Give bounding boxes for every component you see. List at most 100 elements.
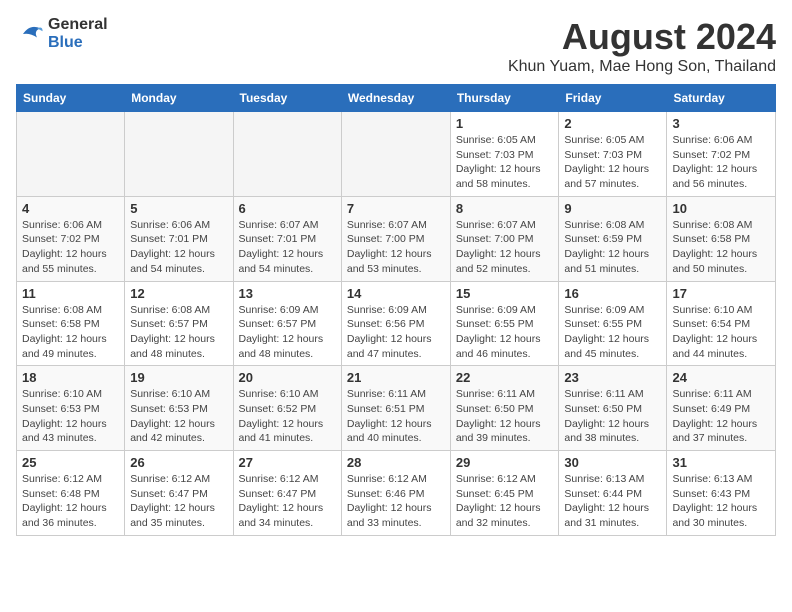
day-number: 23 xyxy=(564,370,661,385)
day-info: Sunrise: 6:06 AM Sunset: 7:01 PM Dayligh… xyxy=(130,218,227,277)
page-header: General Blue August 2024 Khun Yuam, Mae … xyxy=(16,16,776,76)
calendar-cell: 21Sunrise: 6:11 AM Sunset: 6:51 PM Dayli… xyxy=(341,366,450,451)
day-info: Sunrise: 6:06 AM Sunset: 7:02 PM Dayligh… xyxy=(672,133,770,192)
calendar-header-monday: Monday xyxy=(125,85,233,112)
day-info: Sunrise: 6:13 AM Sunset: 6:44 PM Dayligh… xyxy=(564,472,661,531)
day-number: 24 xyxy=(672,370,770,385)
calendar-cell: 17 Sunrise: 6:10 AM Sunset: 6:54 PM Dayli… xyxy=(667,281,776,366)
day-number: 4 xyxy=(22,201,119,216)
calendar-header-friday: Friday xyxy=(559,85,667,112)
day-number: 28 xyxy=(347,455,445,470)
calendar-cell: 23 Sunrise: 6:11 AM Sunset: 6:50 PM Dayli… xyxy=(559,366,667,451)
day-number: 18 xyxy=(22,370,119,385)
location-subtitle: Khun Yuam, Mae Hong Son, Thailand xyxy=(508,58,776,76)
calendar-cell: 24 Sunrise: 6:11 AM Sunset: 6:49 PM Dayli… xyxy=(667,366,776,451)
day-number: 29 xyxy=(456,455,554,470)
day-info: Sunrise: 6:08 AM Sunset: 6:57 PM Dayligh… xyxy=(130,303,227,362)
day-number: 11 xyxy=(22,286,119,301)
day-number: 8 xyxy=(456,201,554,216)
calendar-cell: 12 Sunrise: 6:08 AM Sunset: 6:57 PM Dayli… xyxy=(125,281,233,366)
calendar-cell: 16Sunrise: 6:09 AM Sunset: 6:55 PM Dayli… xyxy=(559,281,667,366)
calendar-week-4: 18 Sunrise: 6:10 AM Sunset: 6:53 PM Dayli… xyxy=(17,366,776,451)
day-info: Sunrise: 6:12 AM Sunset: 6:46 PM Dayligh… xyxy=(347,472,445,531)
day-info: Sunrise: 6:05 AM Sunset: 7:03 PM Dayligh… xyxy=(456,133,554,192)
calendar-cell xyxy=(125,112,233,197)
day-info: Sunrise: 6:10 AM Sunset: 6:53 PM Dayligh… xyxy=(130,387,227,446)
calendar-cell: 25Sunrise: 6:12 AM Sunset: 6:48 PM Dayli… xyxy=(17,451,125,536)
day-info: Sunrise: 6:11 AM Sunset: 6:50 PM Dayligh… xyxy=(564,387,661,446)
day-info: Sunrise: 6:11 AM Sunset: 6:49 PM Dayligh… xyxy=(672,387,770,446)
day-info: Sunrise: 6:08 AM Sunset: 6:58 PM Dayligh… xyxy=(672,218,770,277)
day-info: Sunrise: 6:12 AM Sunset: 6:45 PM Dayligh… xyxy=(456,472,554,531)
day-info: Sunrise: 6:10 AM Sunset: 6:53 PM Dayligh… xyxy=(22,387,119,446)
day-info: Sunrise: 6:07 AM Sunset: 7:00 PM Dayligh… xyxy=(347,218,445,277)
calendar-cell xyxy=(341,112,450,197)
calendar-cell: 11 Sunrise: 6:08 AM Sunset: 6:58 PM Dayli… xyxy=(17,281,125,366)
day-number: 19 xyxy=(130,370,227,385)
day-info: Sunrise: 6:11 AM Sunset: 6:51 PM Dayligh… xyxy=(347,387,445,446)
day-info: Sunrise: 6:05 AM Sunset: 7:03 PM Dayligh… xyxy=(564,133,661,192)
day-number: 30 xyxy=(564,455,661,470)
day-info: Sunrise: 6:07 AM Sunset: 7:01 PM Dayligh… xyxy=(239,218,336,277)
day-number: 25 xyxy=(22,455,119,470)
title-area: August 2024 Khun Yuam, Mae Hong Son, Tha… xyxy=(508,16,776,76)
calendar-cell: 10 Sunrise: 6:08 AM Sunset: 6:58 PM Dayli… xyxy=(667,196,776,281)
calendar-week-2: 4 Sunrise: 6:06 AM Sunset: 7:02 PM Daylig… xyxy=(17,196,776,281)
calendar-cell xyxy=(17,112,125,197)
day-number: 3 xyxy=(672,116,770,131)
calendar-header-sunday: Sunday xyxy=(17,85,125,112)
day-info: Sunrise: 6:13 AM Sunset: 6:43 PM Dayligh… xyxy=(672,472,770,531)
calendar-cell: 20Sunrise: 6:10 AM Sunset: 6:52 PM Dayli… xyxy=(233,366,341,451)
day-number: 2 xyxy=(564,116,661,131)
calendar-cell: 18 Sunrise: 6:10 AM Sunset: 6:53 PM Dayli… xyxy=(17,366,125,451)
calendar-cell: 22 Sunrise: 6:11 AM Sunset: 6:50 PM Dayli… xyxy=(450,366,559,451)
calendar-cell: 8 Sunrise: 6:07 AM Sunset: 7:00 PM Daylig… xyxy=(450,196,559,281)
calendar-header-wednesday: Wednesday xyxy=(341,85,450,112)
day-number: 27 xyxy=(239,455,336,470)
calendar-cell: 1Sunrise: 6:05 AM Sunset: 7:03 PM Daylig… xyxy=(450,112,559,197)
calendar-cell: 14Sunrise: 6:09 AM Sunset: 6:56 PM Dayli… xyxy=(341,281,450,366)
calendar-header-thursday: Thursday xyxy=(450,85,559,112)
day-info: Sunrise: 6:06 AM Sunset: 7:02 PM Dayligh… xyxy=(22,218,119,277)
calendar-cell: 15Sunrise: 6:09 AM Sunset: 6:55 PM Dayli… xyxy=(450,281,559,366)
calendar-cell: 30 Sunrise: 6:13 AM Sunset: 6:44 PM Dayli… xyxy=(559,451,667,536)
calendar-cell: 31 Sunrise: 6:13 AM Sunset: 6:43 PM Dayli… xyxy=(667,451,776,536)
calendar-header-saturday: Saturday xyxy=(667,85,776,112)
day-number: 31 xyxy=(672,455,770,470)
calendar-cell: 28 Sunrise: 6:12 AM Sunset: 6:46 PM Dayli… xyxy=(341,451,450,536)
month-year-title: August 2024 xyxy=(508,16,776,58)
day-number: 20 xyxy=(239,370,336,385)
logo-icon xyxy=(16,20,44,48)
calendar-cell: 3 Sunrise: 6:06 AM Sunset: 7:02 PM Daylig… xyxy=(667,112,776,197)
day-info: Sunrise: 6:09 AM Sunset: 6:55 PM Dayligh… xyxy=(456,303,554,362)
calendar-cell: 7Sunrise: 6:07 AM Sunset: 7:00 PM Daylig… xyxy=(341,196,450,281)
calendar-header-row: SundayMondayTuesdayWednesdayThursdayFrid… xyxy=(17,85,776,112)
day-info: Sunrise: 6:09 AM Sunset: 6:56 PM Dayligh… xyxy=(347,303,445,362)
day-number: 5 xyxy=(130,201,227,216)
day-info: Sunrise: 6:12 AM Sunset: 6:47 PM Dayligh… xyxy=(239,472,336,531)
day-number: 9 xyxy=(564,201,661,216)
calendar-header-tuesday: Tuesday xyxy=(233,85,341,112)
day-number: 22 xyxy=(456,370,554,385)
day-info: Sunrise: 6:10 AM Sunset: 6:54 PM Dayligh… xyxy=(672,303,770,362)
calendar-cell: 13Sunrise: 6:09 AM Sunset: 6:57 PM Dayli… xyxy=(233,281,341,366)
day-info: Sunrise: 6:12 AM Sunset: 6:47 PM Dayligh… xyxy=(130,472,227,531)
day-info: Sunrise: 6:07 AM Sunset: 7:00 PM Dayligh… xyxy=(456,218,554,277)
day-info: Sunrise: 6:08 AM Sunset: 6:58 PM Dayligh… xyxy=(22,303,119,362)
calendar-cell: 19 Sunrise: 6:10 AM Sunset: 6:53 PM Dayli… xyxy=(125,366,233,451)
day-number: 10 xyxy=(672,201,770,216)
day-info: Sunrise: 6:11 AM Sunset: 6:50 PM Dayligh… xyxy=(456,387,554,446)
logo-text: General Blue xyxy=(48,16,108,52)
day-number: 12 xyxy=(130,286,227,301)
calendar-cell: 9 Sunrise: 6:08 AM Sunset: 6:59 PM Daylig… xyxy=(559,196,667,281)
calendar-cell: 5 Sunrise: 6:06 AM Sunset: 7:01 PM Daylig… xyxy=(125,196,233,281)
calendar-week-5: 25Sunrise: 6:12 AM Sunset: 6:48 PM Dayli… xyxy=(17,451,776,536)
day-info: Sunrise: 6:09 AM Sunset: 6:57 PM Dayligh… xyxy=(239,303,336,362)
calendar-cell: 6Sunrise: 6:07 AM Sunset: 7:01 PM Daylig… xyxy=(233,196,341,281)
day-number: 26 xyxy=(130,455,227,470)
day-info: Sunrise: 6:08 AM Sunset: 6:59 PM Dayligh… xyxy=(564,218,661,277)
day-number: 17 xyxy=(672,286,770,301)
calendar-cell: 26 Sunrise: 6:12 AM Sunset: 6:47 PM Dayli… xyxy=(125,451,233,536)
calendar-cell: 4 Sunrise: 6:06 AM Sunset: 7:02 PM Daylig… xyxy=(17,196,125,281)
calendar-table: SundayMondayTuesdayWednesdayThursdayFrid… xyxy=(16,84,776,536)
